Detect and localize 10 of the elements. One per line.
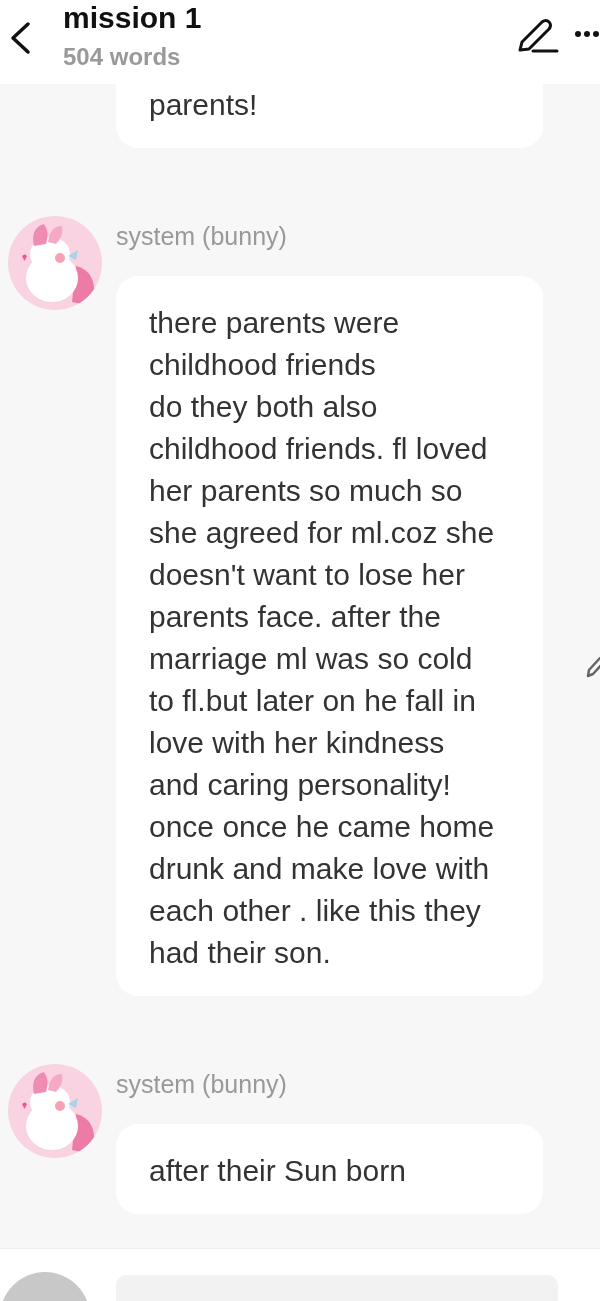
message-text: after their Sun born (149, 1153, 407, 1189)
document-title: mission 1 (63, 0, 202, 36)
sender-name: system (bunny) (116, 221, 287, 251)
message-text: parents! (149, 87, 259, 123)
more-icon[interactable] (574, 30, 600, 38)
back-icon[interactable] (8, 20, 32, 56)
word-count: 504 words (63, 42, 182, 72)
sender-name: system (bunny) (116, 1069, 287, 1099)
pencil-icon[interactable] (516, 18, 560, 54)
message-text: there parents were childhood friends do they both also childhood friends. fl loved her parents so much so she agreed for ml.coz she doesn't want to lose her parents face. after the marriage ml was so cold to fl.but later on he fall in love with her kindness and caring personality! once once he came home drunk and make love with each other . like this they had their son. (149, 305, 496, 971)
